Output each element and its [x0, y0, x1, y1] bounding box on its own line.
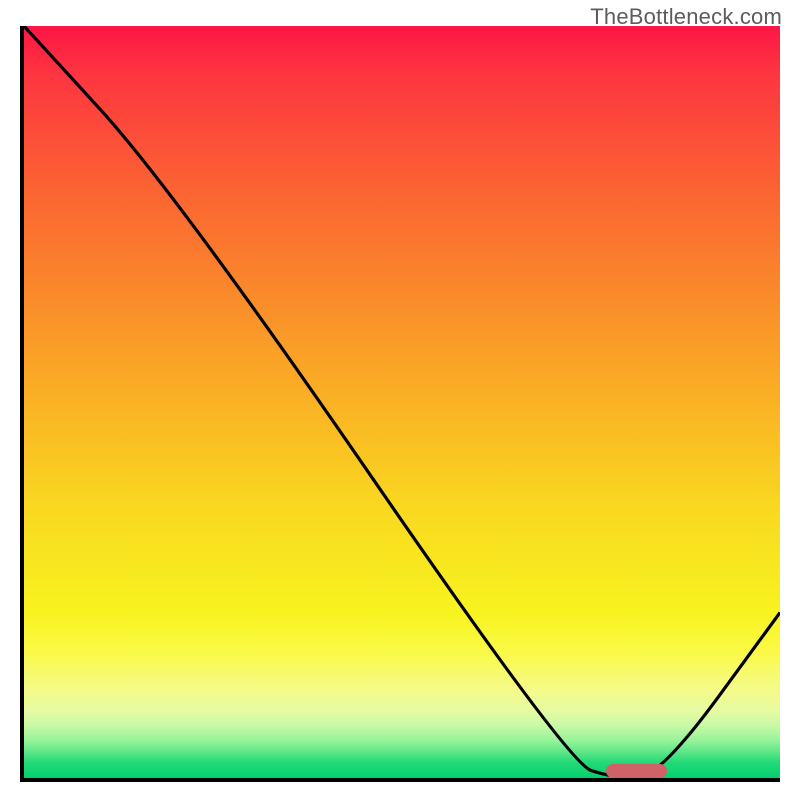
axis-frame [20, 26, 780, 782]
